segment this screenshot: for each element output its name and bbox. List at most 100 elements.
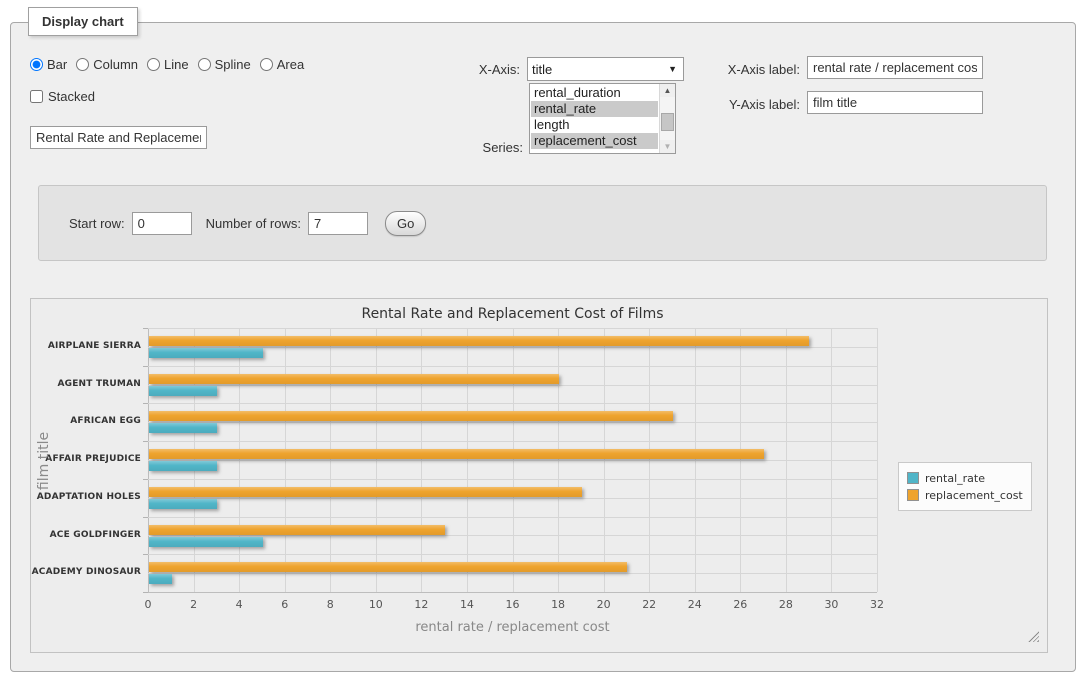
chart-type-radio-bar[interactable] — [30, 58, 43, 71]
gridline-h — [148, 573, 877, 574]
chart-bar — [149, 449, 764, 459]
chart-bar — [149, 562, 627, 572]
series-option[interactable]: rental_rate — [531, 101, 658, 117]
series-scrollbar[interactable]: ▲ ▼ — [659, 84, 675, 153]
category-label: ACADEMY DINOSAUR — [31, 554, 141, 592]
x-tick-label: 16 — [506, 598, 520, 611]
series-label: Series: — [420, 140, 523, 155]
chart-type-radio-line[interactable] — [147, 58, 160, 71]
series-option[interactable]: rental_duration — [531, 85, 658, 101]
x-axis-select-wrap: title ▼ — [527, 57, 684, 81]
gridline-h — [148, 592, 877, 593]
gridline-h — [148, 479, 877, 480]
x-tick-label: 22 — [642, 598, 656, 611]
go-button[interactable]: Go — [385, 211, 426, 236]
x-tick-label: 4 — [236, 598, 243, 611]
chart-type-radio-area[interactable] — [260, 58, 273, 71]
x-tick-label: 20 — [597, 598, 611, 611]
x-tick-label: 0 — [145, 598, 152, 611]
series-listbox[interactable]: rental_durationrental_ratelengthreplacem… — [529, 83, 676, 154]
start-row-input[interactable] — [132, 212, 192, 235]
x-axis-select-label: X-Axis: — [420, 62, 520, 77]
gridline-h — [148, 385, 877, 386]
num-rows-input[interactable] — [308, 212, 368, 235]
scroll-up-icon[interactable]: ▲ — [660, 84, 675, 97]
chart: Rental Rate and Replacement Cost of Film… — [30, 298, 1048, 653]
y-tick — [143, 403, 148, 404]
scroll-down-icon[interactable]: ▼ — [660, 140, 675, 153]
panel-legend: Display chart — [28, 7, 138, 36]
chart-legend: rental_rate replacement_cost — [898, 462, 1032, 511]
rows-bar: Start row: Number of rows: Go — [38, 185, 1047, 261]
gridline-h — [148, 517, 877, 518]
gridline-h — [148, 498, 877, 499]
category-label: AIRPLANE SIERRA — [31, 328, 141, 366]
chart-type-label-column[interactable]: Column — [93, 57, 138, 72]
stacked-row: Stacked — [30, 89, 95, 104]
chart-bar — [149, 411, 673, 421]
gridline-h — [148, 460, 877, 461]
x-axis-select[interactable]: title — [527, 57, 684, 81]
chart-bar — [149, 336, 809, 346]
page: Display chart Bar Column Line Spline Are… — [0, 0, 1081, 681]
chart-title: Rental Rate and Replacement Cost of Film… — [148, 306, 877, 322]
legend-item[interactable]: rental_rate — [907, 470, 1023, 486]
x-tick-label: 24 — [688, 598, 702, 611]
series-option[interactable]: length — [531, 117, 658, 133]
y-tick — [143, 479, 148, 480]
scroll-thumb[interactable] — [661, 113, 674, 131]
chart-bar — [149, 386, 217, 396]
legend-item[interactable]: replacement_cost — [907, 487, 1023, 503]
chart-bar — [149, 461, 217, 471]
y-axis-title: film title — [36, 411, 52, 511]
chart-type-label-area[interactable]: Area — [277, 57, 304, 72]
y-tick — [143, 554, 148, 555]
chart-type-label-spline[interactable]: Spline — [215, 57, 251, 72]
category-label: AGENT TRUMAN — [31, 366, 141, 404]
y-axis-label-label: Y-Axis label: — [700, 97, 800, 112]
x-tick-label: 28 — [779, 598, 793, 611]
y-tick — [143, 366, 148, 367]
x-tick-label: 2 — [190, 598, 197, 611]
category-label: ACE GOLDFINGER — [31, 517, 141, 555]
chart-type-label-bar[interactable]: Bar — [47, 57, 67, 72]
y-tick — [143, 441, 148, 442]
x-axis-label-input[interactable] — [807, 56, 983, 79]
legend-label: rental_rate — [925, 472, 985, 485]
y-tick — [143, 592, 148, 593]
series-option[interactable]: replacement_cost — [531, 133, 658, 149]
resize-handle-icon[interactable] — [1028, 631, 1039, 642]
chart-bar — [149, 499, 217, 509]
legend-swatch-icon — [907, 472, 919, 484]
chart-bar — [149, 487, 582, 497]
x-tick-label: 8 — [327, 598, 334, 611]
chart-bar — [149, 423, 217, 433]
y-axis-label-input[interactable] — [807, 91, 983, 114]
chart-type-radio-group: Bar Column Line Spline Area — [30, 57, 313, 72]
gridline-h — [148, 422, 877, 423]
x-tick-label: 26 — [733, 598, 747, 611]
y-tick — [143, 517, 148, 518]
x-axis-title: rental rate / replacement cost — [148, 620, 877, 635]
chart-bar — [149, 525, 445, 535]
series-option-list: rental_durationrental_ratelengthreplacem… — [531, 85, 658, 152]
gridline-h — [148, 441, 877, 442]
gridline-h — [148, 328, 877, 329]
chart-type-radio-column[interactable] — [76, 58, 89, 71]
x-tick-label: 10 — [369, 598, 383, 611]
chart-title-input[interactable] — [30, 126, 207, 149]
chart-bar — [149, 574, 172, 584]
gridline-h — [148, 366, 877, 367]
x-tick-label: 30 — [824, 598, 838, 611]
chart-bar — [149, 348, 263, 358]
legend-label: replacement_cost — [925, 489, 1023, 502]
num-rows-label: Number of rows: — [206, 216, 301, 231]
chart-type-label-line[interactable]: Line — [164, 57, 189, 72]
chart-bar — [149, 537, 263, 547]
stacked-checkbox[interactable] — [30, 90, 43, 103]
stacked-label[interactable]: Stacked — [48, 89, 95, 104]
chart-type-radio-spline[interactable] — [198, 58, 211, 71]
x-tick-label: 18 — [551, 598, 565, 611]
gridline-v — [877, 328, 878, 592]
start-row-label: Start row: — [69, 216, 125, 231]
